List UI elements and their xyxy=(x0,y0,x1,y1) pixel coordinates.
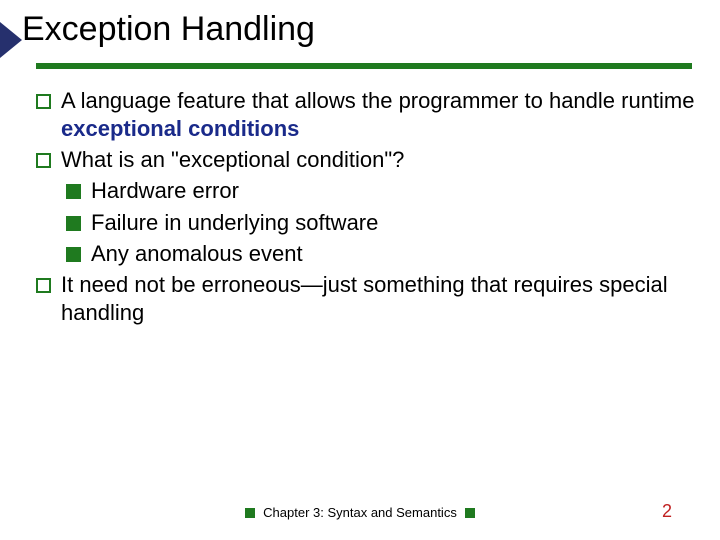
bullet-level1: A language feature that allows the progr… xyxy=(36,87,700,143)
bullet-text-bold: exceptional conditions xyxy=(61,116,299,141)
bullet-level1: It need not be erroneous—just something … xyxy=(36,271,700,327)
bullet-text: A language feature that allows the progr… xyxy=(61,87,700,143)
bullet-text: What is an "exceptional condition"? xyxy=(61,146,700,174)
bullet-level2: Any anomalous event xyxy=(66,240,700,268)
divider xyxy=(36,63,692,69)
square-bullet-icon xyxy=(66,216,81,231)
bullet-level2: Failure in underlying software xyxy=(66,209,700,237)
slide: Exception Handling A language feature th… xyxy=(0,0,720,540)
square-bullet-icon xyxy=(36,278,51,293)
square-bullet-icon xyxy=(465,508,475,518)
content-area: A language feature that allows the progr… xyxy=(36,87,700,327)
arrow-icon xyxy=(0,22,22,58)
square-bullet-icon xyxy=(66,247,81,262)
bullet-level1: What is an "exceptional condition"? xyxy=(36,146,700,174)
bullet-text: Hardware error xyxy=(91,177,700,205)
bullet-text: Failure in underlying software xyxy=(91,209,700,237)
bullet-text: It need not be erroneous—just something … xyxy=(61,271,700,327)
slide-title: Exception Handling xyxy=(22,10,720,49)
square-bullet-icon xyxy=(66,184,81,199)
title-area: Exception Handling xyxy=(0,0,720,49)
footer-text: Chapter 3: Syntax and Semantics xyxy=(263,505,457,520)
square-bullet-icon xyxy=(36,94,51,109)
square-bullet-icon xyxy=(245,508,255,518)
square-bullet-icon xyxy=(36,153,51,168)
bullet-text-plain: A language feature that allows the progr… xyxy=(61,88,695,113)
footer: Chapter 3: Syntax and Semantics xyxy=(0,505,720,520)
page-number: 2 xyxy=(662,501,672,522)
bullet-text: Any anomalous event xyxy=(91,240,700,268)
bullet-level2: Hardware error xyxy=(66,177,700,205)
